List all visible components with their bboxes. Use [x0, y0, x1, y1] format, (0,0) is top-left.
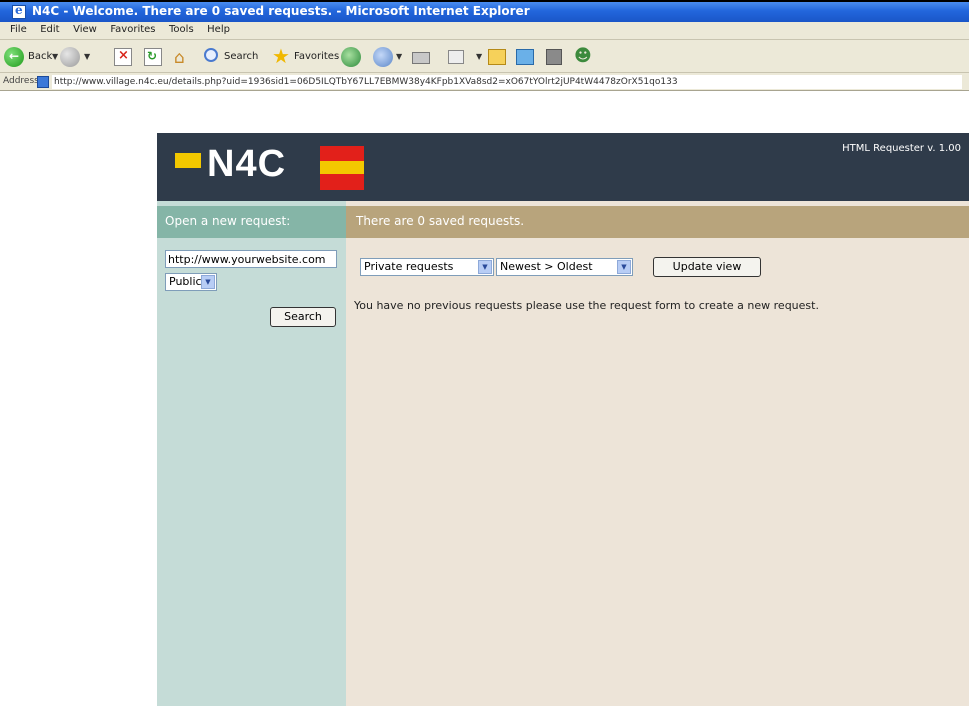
- saved-requests-title: There are 0 saved requests.: [356, 214, 525, 228]
- requester-version: HTML Requester v. 1.00: [842, 143, 961, 154]
- address-input[interactable]: [52, 75, 962, 89]
- research-icon: [516, 49, 534, 65]
- chevron-down-icon[interactable]: ▼: [617, 260, 631, 274]
- address-label: Address: [3, 76, 39, 86]
- users-icon: ☻: [574, 46, 592, 66]
- star-icon: ★: [272, 44, 290, 68]
- browser-toolbar: ← Back ▼ ▼ × ↻ ⌂ Search ★ Favorites ▼ ▼ …: [0, 40, 969, 73]
- back-arrow-glyph: ←: [9, 49, 20, 63]
- menu-tools[interactable]: Tools: [169, 24, 194, 35]
- empty-requests-message: You have no previous requests please use…: [354, 299, 819, 312]
- history-icon: [341, 47, 361, 67]
- sort-order-select[interactable]: Newest > Oldest ▼: [496, 258, 633, 276]
- search-toolbar-label: Search: [224, 51, 259, 62]
- saved-requests-header: There are 0 saved requests.: [346, 206, 969, 238]
- menu-file[interactable]: File: [10, 24, 27, 35]
- edit-dropdown-icon[interactable]: ▼: [476, 52, 482, 61]
- home-button[interactable]: ⌂: [172, 46, 194, 68]
- edit-page-icon: [448, 50, 464, 64]
- discuss-button[interactable]: [486, 46, 508, 68]
- search-button[interactable]: Search: [270, 307, 336, 327]
- search-toolbar-button[interactable]: Search: [204, 46, 268, 68]
- history-button[interactable]: [340, 46, 362, 68]
- forward-arrow-icon: [60, 47, 80, 67]
- back-button[interactable]: ← Back ▼: [4, 46, 60, 68]
- refresh-glyph: ↻: [147, 49, 158, 63]
- menu-view[interactable]: View: [73, 24, 97, 35]
- request-type-select[interactable]: Private requests ▼: [360, 258, 494, 276]
- visibility-value: Public: [169, 275, 202, 288]
- chevron-down-icon[interactable]: ▼: [478, 260, 492, 274]
- home-icon: ⌂: [174, 48, 185, 68]
- menu-edit[interactable]: Edit: [40, 24, 59, 35]
- messenger-icon: [546, 49, 562, 65]
- mail-button[interactable]: ▼: [372, 46, 404, 68]
- messenger-button[interactable]: [544, 46, 566, 68]
- forward-button[interactable]: ▼: [60, 46, 92, 68]
- magnifier-icon: [204, 48, 218, 62]
- update-view-button[interactable]: Update view: [653, 257, 761, 277]
- new-request-header: Open a new request:: [157, 206, 346, 238]
- research-button[interactable]: [514, 46, 538, 68]
- logo-yellow-block: [175, 153, 201, 168]
- request-type-value: Private requests: [364, 260, 454, 273]
- window-title: N4C - Welcome. There are 0 saved request…: [32, 4, 530, 18]
- logo-flag-stripe: [320, 161, 364, 174]
- visibility-select[interactable]: Public ▼: [165, 273, 217, 291]
- forward-dropdown-icon[interactable]: ▼: [84, 52, 90, 61]
- printer-icon: [412, 52, 430, 64]
- logo-flag-icon: [320, 146, 364, 190]
- edit-button[interactable]: ▼: [446, 46, 486, 68]
- site-logo-text: N4C: [207, 143, 287, 185]
- print-button[interactable]: [410, 46, 432, 68]
- back-label: Back: [28, 51, 53, 62]
- request-url-input[interactable]: [165, 250, 337, 268]
- folder-icon: [488, 49, 506, 65]
- chevron-down-icon[interactable]: ▼: [201, 275, 215, 289]
- window-title-bar: N4C - Welcome. There are 0 saved request…: [0, 0, 969, 22]
- stop-x-glyph: ×: [118, 48, 129, 63]
- refresh-button[interactable]: ↻: [142, 46, 164, 68]
- new-request-panel: Open a new request: Public ▼ Search: [157, 201, 346, 706]
- users-button[interactable]: ☻: [572, 46, 596, 68]
- menu-favorites[interactable]: Favorites: [110, 24, 155, 35]
- ie-icon: [12, 3, 26, 19]
- saved-requests-panel: There are 0 saved requests. Private requ…: [346, 201, 969, 706]
- menu-bar: File Edit View Favorites Tools Help: [0, 22, 969, 40]
- sort-order-value: Newest > Oldest: [500, 260, 593, 273]
- back-dropdown-icon[interactable]: ▼: [52, 52, 58, 61]
- site-header: N4C HTML Requester v. 1.00: [157, 133, 969, 201]
- mail-dropdown-icon[interactable]: ▼: [396, 52, 402, 61]
- mail-icon: [373, 47, 393, 67]
- menu-help[interactable]: Help: [207, 24, 230, 35]
- favorites-label: Favorites: [294, 51, 340, 62]
- address-bar: Address: [0, 73, 969, 91]
- favorites-button[interactable]: ★ Favorites: [272, 44, 339, 68]
- stop-button[interactable]: ×: [112, 46, 134, 68]
- page-icon: [37, 76, 49, 88]
- new-request-title: Open a new request:: [165, 214, 291, 228]
